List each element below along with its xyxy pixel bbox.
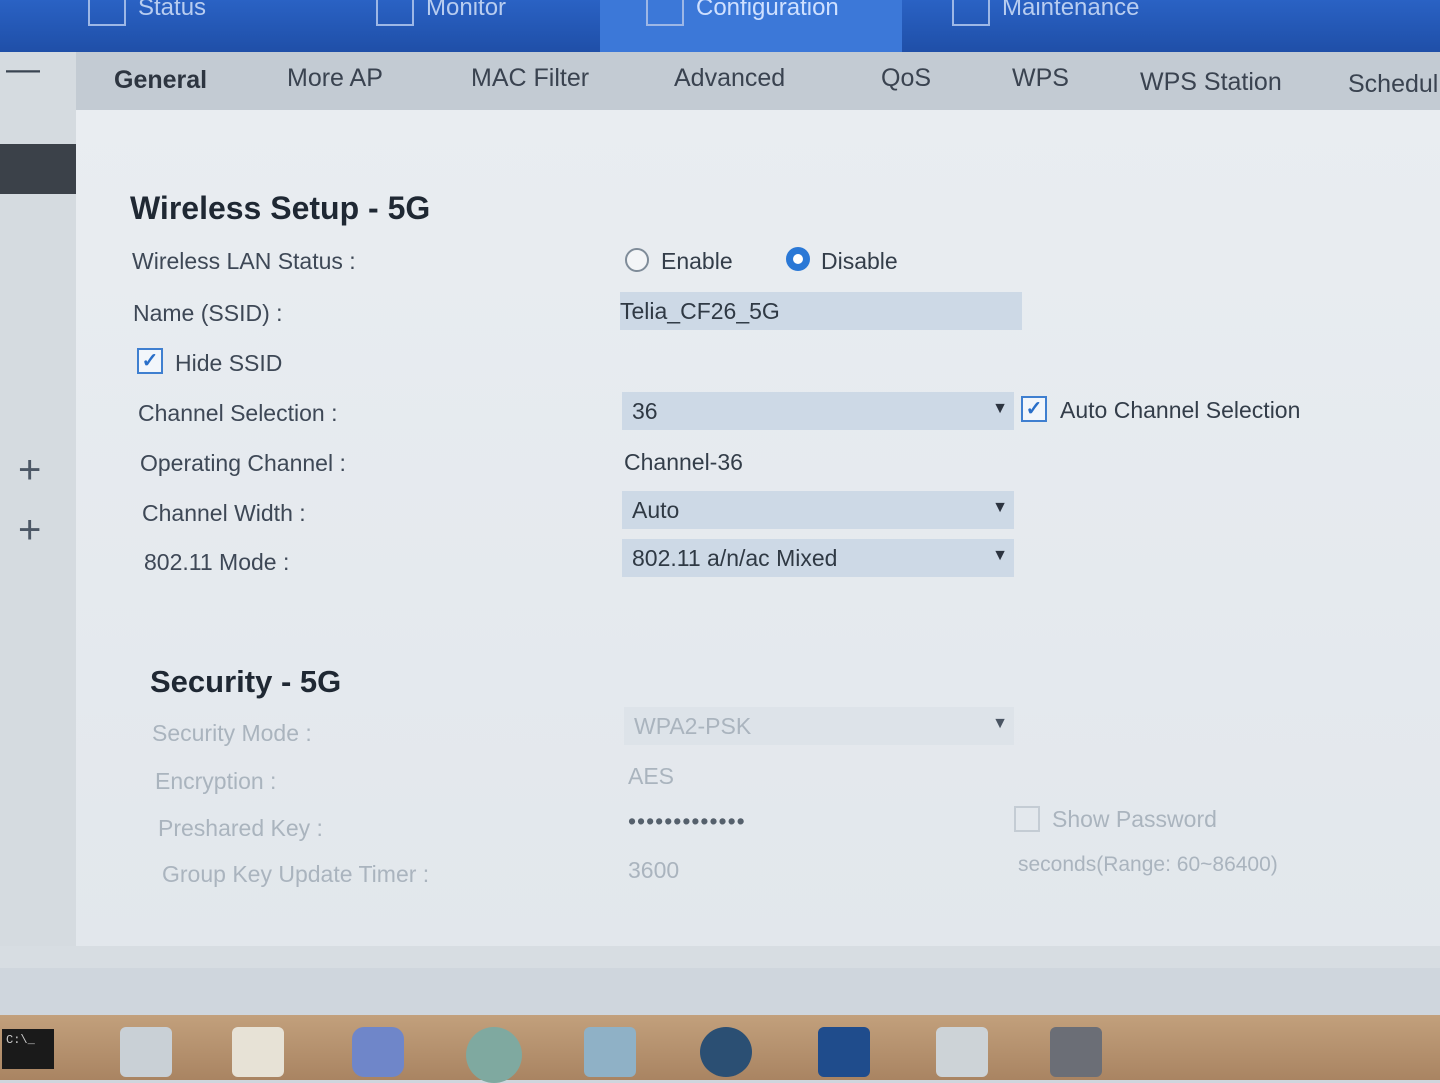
top-tab-configuration[interactable]: Configuration xyxy=(600,0,902,52)
channel-selection-select[interactable]: 36 ▼ xyxy=(622,392,1014,430)
operating-channel-value: Channel-36 xyxy=(624,449,743,475)
security-mode-select[interactable]: WPA2-PSK ▼ xyxy=(624,707,1014,745)
security-title: Security - 5G xyxy=(150,664,342,699)
show-password-checkbox[interactable] xyxy=(1014,806,1040,832)
remote-desktop-icon[interactable] xyxy=(584,1027,636,1077)
auto-channel-checkbox[interactable]: ✓ xyxy=(1021,396,1047,422)
channel-width-label: Channel Width : xyxy=(142,500,306,526)
wireless-setup-title: Wireless Setup - 5G xyxy=(130,190,431,226)
expand-plus-icon[interactable]: + xyxy=(18,510,41,550)
top-tab-label: Maintenance xyxy=(1002,0,1140,21)
expand-plus-icon[interactable]: + xyxy=(18,450,41,490)
ssid-value: Telia_CF26_5G xyxy=(620,297,780,324)
tab-schedule[interactable]: Schedul xyxy=(1348,70,1438,99)
disable-radio[interactable] xyxy=(786,247,810,271)
security-mode-label: Security Mode : xyxy=(152,720,312,746)
preshared-key-label: Preshared Key : xyxy=(158,815,323,841)
discord-icon[interactable] xyxy=(352,1027,404,1077)
mode-value: 802.11 a/n/ac Mixed xyxy=(632,544,838,571)
tab-wps-station[interactable]: WPS Station xyxy=(1140,68,1282,97)
preshared-key-input[interactable]: ••••••••••••• xyxy=(628,808,746,835)
tab-qos[interactable]: QoS xyxy=(881,64,931,93)
archive-icon[interactable] xyxy=(1050,1027,1102,1077)
channel-width-value: Auto xyxy=(632,496,680,523)
page-divider xyxy=(0,946,1440,968)
channel-width-select[interactable]: Auto ▼ xyxy=(622,491,1014,529)
show-password-label: Show Password xyxy=(1052,806,1217,832)
command-prompt-icon[interactable]: C:\_ xyxy=(2,1029,54,1069)
encryption-value: AES xyxy=(628,763,675,789)
top-tab-label: Status xyxy=(138,0,207,21)
taskbar: C:\_ xyxy=(0,1015,1440,1083)
notes-app-icon[interactable] xyxy=(120,1027,172,1077)
top-tab-status[interactable]: Status xyxy=(88,0,206,52)
top-tab-label: Monitor xyxy=(426,0,507,21)
top-tab-maintenance[interactable]: Maintenance xyxy=(952,0,1139,52)
mode-label: 802.11 Mode : xyxy=(144,549,290,575)
tab-advanced[interactable]: Advanced xyxy=(674,64,785,93)
channel-selection-value: 36 xyxy=(632,397,658,424)
wlan-status-label: Wireless LAN Status : xyxy=(132,248,356,274)
tab-general[interactable]: General xyxy=(114,66,207,95)
tab-mac-filter[interactable]: MAC Filter xyxy=(471,64,589,93)
mode-select[interactable]: 802.11 a/n/ac Mixed ▼ xyxy=(622,539,1014,577)
group-key-input[interactable]: 3600 xyxy=(628,857,679,884)
encryption-label: Encryption : xyxy=(155,768,277,794)
ssid-input[interactable]: Telia_CF26_5G xyxy=(620,292,1022,330)
maintenance-icon xyxy=(952,0,990,26)
chevron-down-icon: ▼ xyxy=(992,715,1008,732)
enable-radio[interactable] xyxy=(625,248,649,272)
status-icon xyxy=(88,0,126,26)
tab-more-ap[interactable]: More AP xyxy=(287,64,383,93)
chevron-down-icon: ▼ xyxy=(992,547,1008,564)
disable-label[interactable]: Disable xyxy=(821,248,898,275)
chevron-down-icon: ▼ xyxy=(992,499,1008,516)
monitor-app-icon[interactable] xyxy=(936,1027,988,1077)
notepad-plus-plus-icon[interactable] xyxy=(232,1027,284,1077)
configuration-icon xyxy=(646,0,684,26)
hide-ssid-checkbox[interactable]: ✓ xyxy=(137,348,163,374)
auto-channel-label: Auto Channel Selection xyxy=(1060,397,1301,423)
enable-label[interactable]: Enable xyxy=(661,248,733,275)
security-mode-value: WPA2-PSK xyxy=(634,712,752,739)
top-nav-bar: Status Monitor Configuration Maintenance xyxy=(0,0,1440,52)
top-tab-label: Configuration xyxy=(696,0,839,21)
channel-selection-label: Channel Selection : xyxy=(138,400,338,426)
monitor-icon xyxy=(376,0,414,26)
ssid-label: Name (SSID) : xyxy=(133,300,283,326)
chevron-down-icon: ▼ xyxy=(992,400,1008,417)
group-key-hint: seconds(Range: 60~86400) xyxy=(1018,853,1278,876)
sidebar-selected-item[interactable] xyxy=(0,144,78,194)
collapse-icon[interactable]: — xyxy=(6,52,40,86)
top-tab-monitor[interactable]: Monitor xyxy=(376,0,506,52)
cheat-engine-icon[interactable] xyxy=(818,1027,870,1077)
tab-wps[interactable]: WPS xyxy=(1012,64,1069,93)
sub-tab-bar: General More AP MAC Filter Advanced QoS … xyxy=(76,52,1440,110)
group-key-label: Group Key Update Timer : xyxy=(162,861,430,887)
operating-channel-label: Operating Channel : xyxy=(140,450,346,476)
hide-ssid-label: Hide SSID xyxy=(175,350,283,376)
steam-icon[interactable] xyxy=(700,1027,752,1077)
browser-icon[interactable] xyxy=(466,1027,522,1083)
